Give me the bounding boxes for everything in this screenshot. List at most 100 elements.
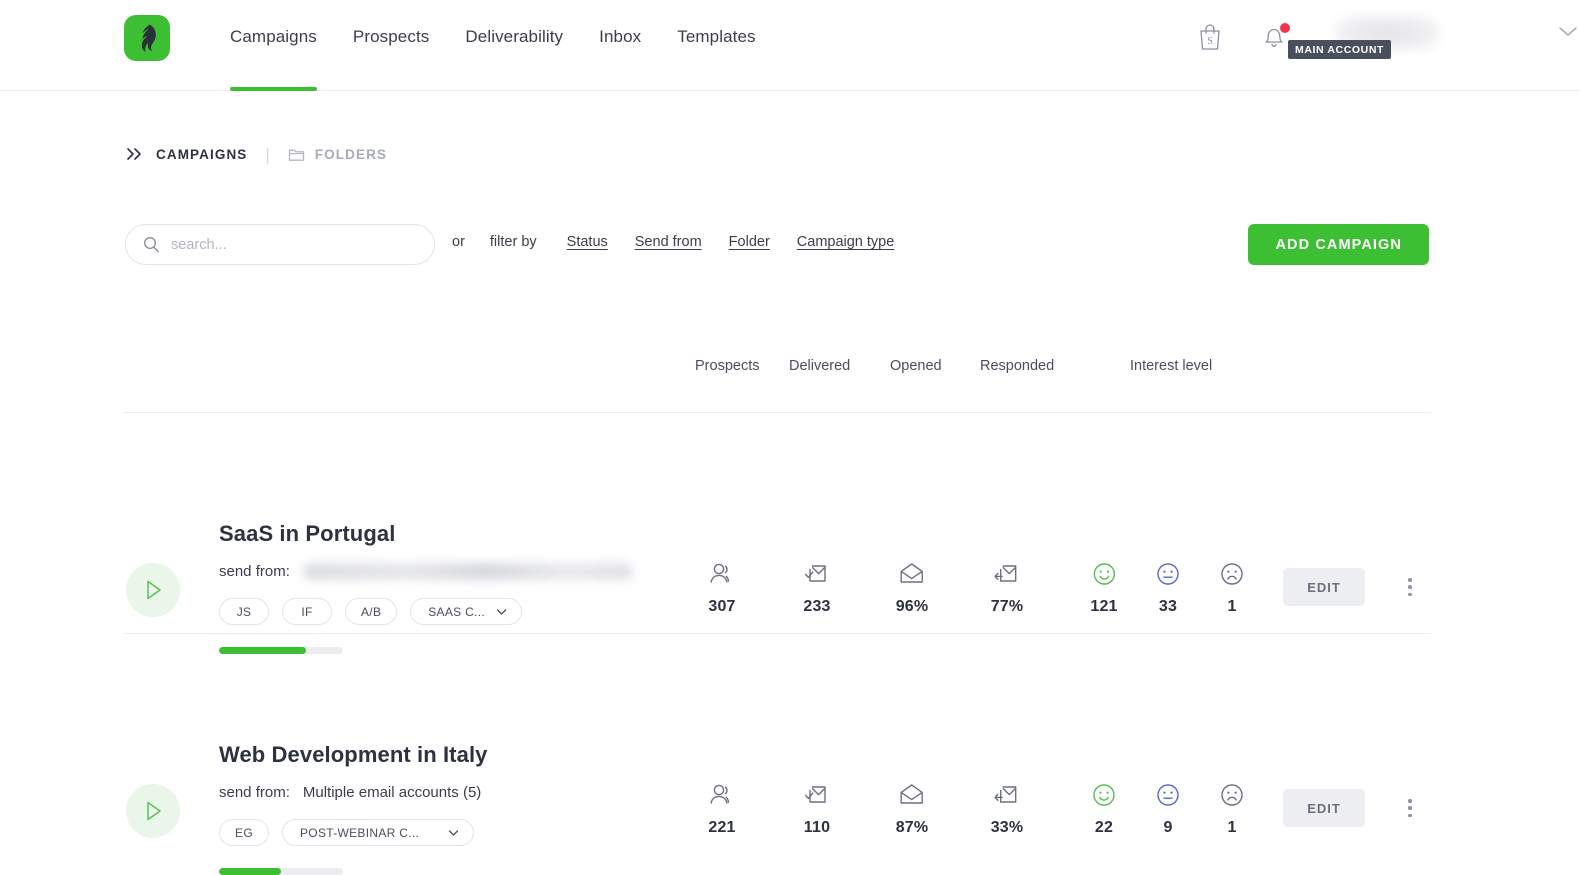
play-campaign-button[interactable]	[126, 563, 180, 617]
nav-label: Prospects	[352, 27, 430, 46]
campaign-tags: EG POST-WEBINAR C...	[219, 819, 475, 846]
row-more-options-icon[interactable]	[1399, 575, 1421, 599]
neutral-face-icon	[1155, 559, 1181, 589]
breadcrumb-folders[interactable]: FOLDERS	[288, 147, 387, 162]
nav-label: Inbox	[599, 27, 642, 46]
breadcrumb-separator: |	[265, 144, 270, 164]
progress-bar-fill	[219, 868, 281, 875]
breadcrumb: CAMPAIGNS | FOLDERS	[126, 140, 387, 168]
folder-dropdown-label: POST-WEBINAR C...	[300, 825, 420, 840]
neutral-face-icon	[1155, 780, 1181, 810]
column-prospects: Prospects	[695, 358, 760, 374]
campaign-title[interactable]: SaaS in Portugal	[219, 521, 395, 547]
metric-delivered: 110	[803, 780, 831, 837]
nav-item-templates[interactable]: Templates	[677, 0, 755, 91]
happy-face-icon	[1090, 559, 1117, 589]
feather-logo-icon	[141, 24, 156, 52]
folder-dropdown[interactable]: POST-WEBINAR C...	[282, 819, 475, 846]
envelope-check-icon	[803, 780, 831, 810]
filter-campaign-type[interactable]: Campaign type	[797, 234, 895, 250]
table-column-headers: Prospects Delivered Opened Responded Int…	[124, 348, 1431, 413]
column-opened: Opened	[890, 358, 942, 374]
row-more-options-icon[interactable]	[1399, 796, 1421, 820]
nav-item-campaigns[interactable]: Campaigns	[230, 0, 317, 91]
edit-campaign-button[interactable]: EDIT	[1283, 568, 1365, 606]
envelope-reply-icon	[991, 780, 1024, 810]
interest-positive-value: 22	[1094, 819, 1114, 836]
interest-negative-value: 1	[1227, 598, 1237, 615]
metric-interest-negative: 1	[1219, 780, 1245, 837]
send-from-label: send from:	[219, 563, 290, 580]
tag-js[interactable]: JS	[219, 598, 269, 625]
folder-dropdown[interactable]: SAAS C...	[410, 598, 522, 625]
send-from-label: send from:	[219, 784, 290, 801]
interest-negative-value: 1	[1227, 819, 1237, 836]
play-campaign-button[interactable]	[126, 784, 180, 838]
chevron-down-icon	[496, 608, 507, 615]
metric-interest-neutral: 33	[1155, 559, 1181, 616]
folder-dropdown-label: SAAS C...	[428, 604, 485, 619]
nav-item-inbox[interactable]: Inbox	[599, 0, 641, 91]
metric-interest-positive: 22	[1091, 780, 1117, 837]
send-from-value: Multiple email accounts (5)	[302, 784, 482, 801]
nav-item-prospects[interactable]: Prospects	[353, 0, 430, 91]
filter-send-from[interactable]: Send from	[635, 234, 702, 250]
search-box[interactable]	[125, 224, 435, 265]
toolbar: or filter by Status Send from Folder Cam…	[0, 224, 1579, 266]
happy-face-icon	[1091, 780, 1117, 810]
breadcrumb-campaigns-label: CAMPAIGNS	[156, 146, 248, 162]
campaigns-table: Prospects Delivered Opened Responded Int…	[124, 348, 1431, 875]
add-campaign-button[interactable]: ADD CAMPAIGN	[1248, 224, 1429, 265]
filter-controls: or filter by Status Send from Folder Cam…	[452, 234, 894, 250]
app-logo[interactable]	[124, 15, 170, 61]
notification-dot	[1280, 23, 1290, 33]
nav-item-deliverability[interactable]: Deliverability	[465, 0, 563, 91]
responded-value: 77%	[990, 598, 1024, 615]
interest-positive-value: 121	[1090, 598, 1118, 615]
shopping-bag-icon[interactable]: S	[1197, 22, 1223, 57]
interest-neutral-value: 33	[1158, 598, 1178, 615]
breadcrumb-folders-label: FOLDERS	[314, 146, 388, 162]
edit-campaign-button[interactable]: EDIT	[1283, 789, 1365, 827]
opened-value: 96%	[895, 598, 929, 615]
metric-interest-positive: 121	[1090, 559, 1117, 616]
table-row: SaaS in Portugal send from: JS IF A/B SA…	[124, 413, 1431, 654]
app-header: Campaigns Prospects Deliverability Inbox…	[0, 0, 1579, 91]
column-delivered: Delivered	[789, 358, 851, 374]
column-interest-level: Interest level	[1130, 358, 1213, 374]
envelope-check-icon	[803, 559, 831, 589]
chevron-down-icon	[448, 829, 459, 836]
main-account-badge: MAIN ACCOUNT	[1288, 40, 1392, 59]
metric-responded: 33%	[991, 780, 1024, 837]
filter-status[interactable]: Status	[567, 234, 608, 250]
responded-value: 33%	[990, 819, 1024, 836]
search-icon	[143, 236, 159, 253]
double-chevron-icon	[127, 148, 141, 160]
open-envelope-icon	[896, 780, 929, 810]
metric-opened: 96%	[896, 559, 929, 616]
metric-prospects: 221	[708, 780, 736, 837]
tag-ab[interactable]: A/B	[345, 598, 398, 625]
progress-bar	[219, 868, 343, 875]
sad-face-icon	[1219, 559, 1245, 589]
main-nav: Campaigns Prospects Deliverability Inbox…	[230, 0, 792, 91]
filter-or-label: or	[452, 234, 465, 250]
campaign-title[interactable]: Web Development in Italy	[219, 742, 488, 768]
filter-folder[interactable]: Folder	[729, 234, 770, 250]
notification-bell-icon[interactable]	[1261, 22, 1290, 57]
svg-text:S: S	[1207, 36, 1213, 47]
send-from: send from:	[219, 563, 633, 580]
breadcrumb-campaigns[interactable]: CAMPAIGNS	[126, 147, 247, 162]
metric-prospects: 307	[708, 559, 736, 616]
open-envelope-icon	[896, 559, 929, 589]
send-from-value-redacted	[302, 563, 633, 580]
search-input[interactable]	[171, 236, 401, 253]
nav-label: Templates	[677, 27, 756, 46]
delivered-value: 110	[803, 819, 831, 836]
account-menu-chevron-down-icon[interactable]	[1557, 24, 1579, 43]
tag-eg[interactable]: EG	[219, 819, 269, 846]
metric-interest-negative: 1	[1219, 559, 1245, 616]
prospects-value: 307	[708, 598, 736, 615]
tag-if[interactable]: IF	[282, 598, 332, 625]
sad-face-icon	[1219, 780, 1245, 810]
